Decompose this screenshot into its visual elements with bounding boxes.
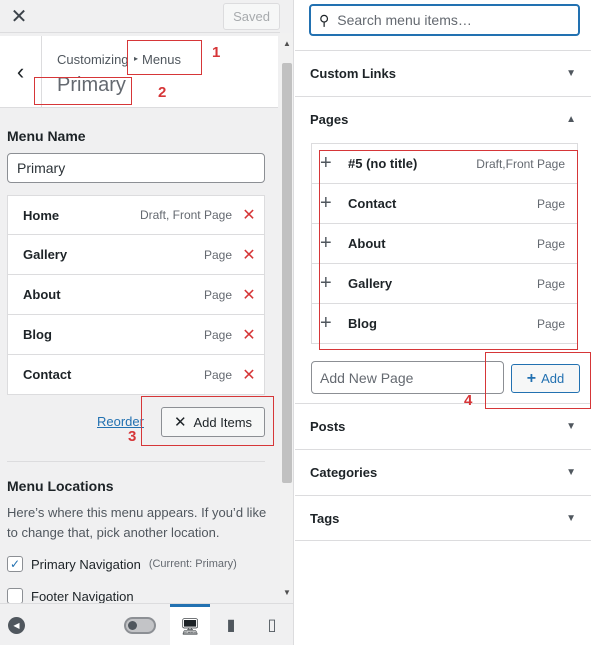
annotation-number: 3 (128, 428, 137, 445)
annotation-box (319, 150, 578, 350)
annotation-number: 4 (464, 392, 473, 409)
location-option: Footer Navigation (7, 588, 134, 604)
annotation-box (485, 352, 591, 409)
divider (7, 461, 265, 462)
menu-item-title: Blog (23, 327, 52, 342)
annotation-box (141, 396, 274, 446)
menu-item-list: Home Draft, Front Page ✕ Gallery Page ✕ … (7, 195, 265, 395)
menu-item-type: Page (203, 327, 232, 342)
section-tags[interactable]: Tags ▼ (295, 495, 591, 541)
menu-item-type: Page (203, 367, 232, 382)
location-current: (Current: Primary) (148, 558, 237, 570)
menu-item[interactable]: About Page ✕ (7, 275, 265, 315)
menu-name-label: Menu Name (7, 128, 86, 144)
customizer-topbar: ✕ Saved (0, 0, 280, 33)
location-label: Footer Navigation (31, 588, 134, 604)
remove-icon[interactable]: ✕ (242, 285, 256, 305)
chevron-down-icon: ▼ (566, 512, 576, 524)
location-option: ✓ Primary Navigation (Current: Primary) (7, 556, 237, 572)
menu-item-type: Page (203, 247, 232, 262)
saved-button[interactable]: Saved (223, 3, 280, 30)
annotation-box (34, 77, 132, 105)
customizer-sidebar: ✕ Saved ‹ Customizing ▸ Menus Primary Me… (0, 0, 294, 645)
search-menu-items-input[interactable]: ⚲ Search menu items… (309, 4, 580, 36)
menu-item-title: Gallery (23, 247, 68, 262)
scroll-down-icon[interactable]: ▼ (283, 588, 291, 597)
section-custom-links[interactable]: Custom Links ▼ (295, 50, 591, 96)
footer-navigation-checkbox[interactable] (7, 588, 23, 604)
remove-icon[interactable]: ✕ (242, 325, 256, 345)
menu-item-title: Home (23, 207, 60, 223)
section-label: Pages (310, 112, 349, 127)
menu-item[interactable]: Gallery Page ✕ (7, 235, 265, 275)
collapse-sidebar-icon[interactable]: ◀ (8, 617, 25, 634)
menu-item[interactable]: Blog Page ✕ (7, 315, 265, 355)
search-icon: ⚲ (319, 11, 330, 28)
annotation-number: 2 (158, 84, 167, 101)
remove-icon[interactable]: ✕ (242, 205, 256, 225)
add-menu-items-panel: ⚲ Search menu items… Custom Links ▼ Page… (295, 0, 591, 645)
menu-locations-title: Menu Locations (7, 478, 114, 494)
sidebar-scrollbar[interactable]: ▲ ▼ (280, 33, 293, 600)
primary-navigation-checkbox[interactable]: ✓ (7, 556, 23, 572)
chevron-down-icon: ▼ (566, 421, 576, 432)
menu-item-title: About (23, 287, 61, 302)
annotation-box (127, 40, 202, 75)
scroll-up-icon[interactable]: ▲ (283, 39, 291, 48)
remove-icon[interactable]: ✕ (242, 365, 256, 385)
chevron-down-icon: ▼ (566, 467, 576, 478)
toggle-switch[interactable] (124, 617, 156, 634)
section-label: Custom Links (310, 66, 396, 81)
menu-item-title: Contact (23, 367, 72, 382)
section-pages[interactable]: Pages ▲ (295, 96, 591, 142)
chevron-up-icon: ▲ (566, 114, 576, 125)
section-label: Categories (310, 465, 378, 480)
menu-item-type: Page (203, 287, 232, 302)
section-posts[interactable]: Posts ▼ (295, 403, 591, 449)
scroll-thumb[interactable] (282, 63, 292, 483)
menu-locations-description: Here’s where this menu appears. If you’d… (7, 505, 267, 540)
section-label: Tags (310, 510, 340, 526)
menu-item[interactable]: Home Draft, Front Page ✕ (7, 195, 265, 235)
close-icon[interactable]: ✕ (0, 0, 38, 32)
menu-name-field[interactable]: Primary (7, 153, 265, 183)
menu-item-type: Draft, Front Page (139, 208, 232, 222)
search-placeholder: Search menu items… (337, 12, 472, 28)
section-label: Posts (310, 419, 346, 434)
tablet-preview-icon[interactable]: ▮ (211, 604, 251, 645)
annotation-number: 1 (212, 44, 221, 61)
customizer-footer: ◀ 🖥 ▮ ▯ (0, 603, 293, 645)
remove-icon[interactable]: ✕ (242, 245, 256, 265)
desktop-preview-icon[interactable]: 🖥 (170, 604, 210, 645)
menu-item[interactable]: Contact Page ✕ (7, 355, 265, 395)
reorder-link[interactable]: Reorder (97, 414, 144, 429)
location-label: Primary Navigation (31, 556, 141, 572)
chevron-down-icon: ▼ (566, 68, 576, 79)
breadcrumb-root: Customizing (57, 52, 129, 67)
new-page-field[interactable]: Add New Page (311, 361, 504, 394)
section-categories[interactable]: Categories ▼ (295, 449, 591, 495)
mobile-preview-icon[interactable]: ▯ (252, 604, 292, 645)
